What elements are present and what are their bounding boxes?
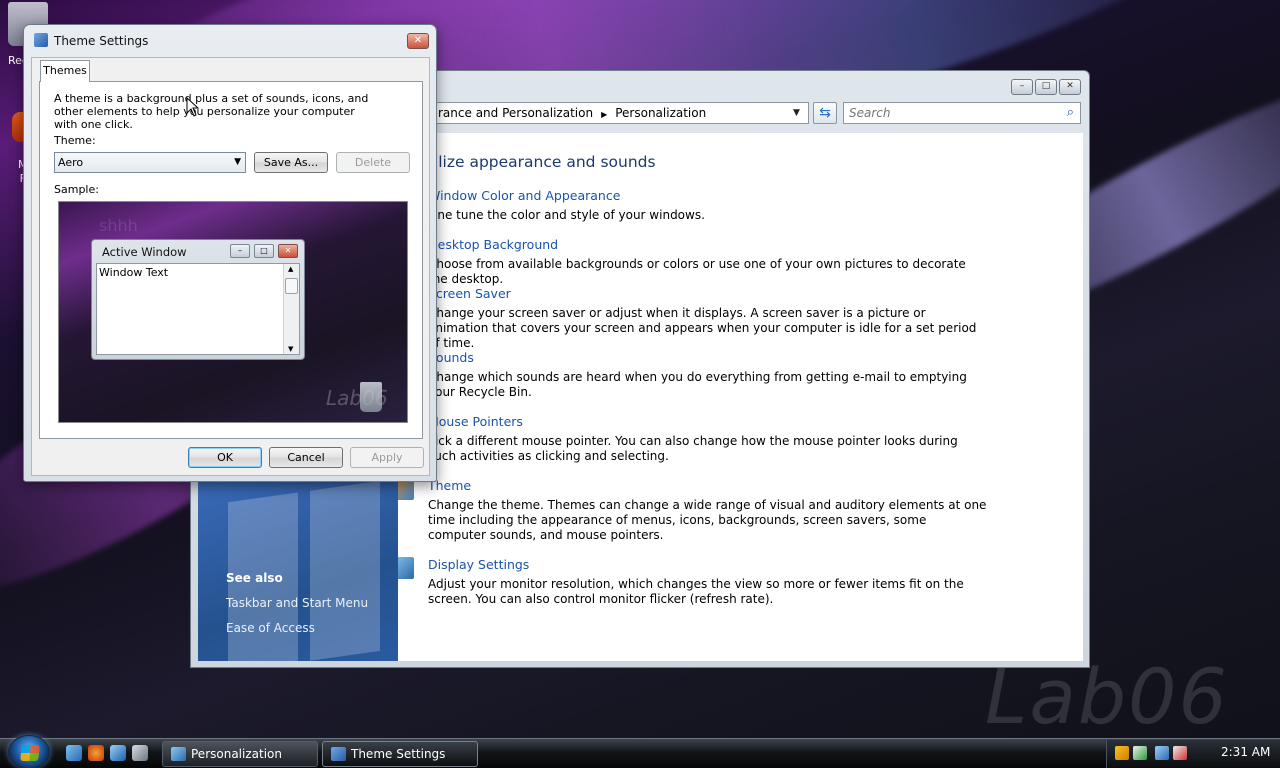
breadcrumb-personalization[interactable]: Personalization	[615, 106, 706, 120]
save-as-button[interactable]: Save As...	[254, 152, 328, 173]
mouse-pointers-link[interactable]: Mouse Pointers	[428, 414, 523, 429]
screen-saver-link[interactable]: Screen Saver	[428, 286, 511, 301]
scroll-down-icon: ▼	[288, 345, 294, 353]
breadcrumb-appearance[interactable]: rance and Personalization	[438, 106, 593, 120]
sample-minimize-icon: –	[230, 244, 250, 258]
address-bar[interactable]: rance and Personalization ▶ Personalizatio…	[391, 102, 809, 124]
windows-logo-icon	[20, 745, 40, 761]
task-description: Change which sounds are heard when you d…	[428, 370, 967, 399]
security-shield-icon[interactable]	[1115, 746, 1129, 760]
taskbar-theme-settings-button[interactable]: Theme Settings	[322, 741, 478, 767]
task-description: Fine tune the color and style of your wi…	[428, 208, 705, 222]
theme-settings-icon	[34, 33, 48, 47]
sample-window-title: Active Window	[102, 245, 187, 259]
sample-close-icon: ✕	[278, 244, 298, 258]
refresh-button[interactable]: ⇆	[813, 102, 837, 124]
search-box[interactable]: ⌕	[843, 102, 1081, 124]
dialog-close-button[interactable]: ✕	[407, 33, 429, 49]
display-settings-link[interactable]: Display Settings	[428, 557, 529, 572]
sample-recycle-bin-icon	[360, 382, 382, 412]
see-also-pane: See also Taskbar and Start Menu Ease of …	[198, 481, 398, 661]
window-controls: – □ ✕	[1011, 79, 1081, 95]
taskbar-start-menu-link[interactable]: Taskbar and Start Menu	[226, 596, 368, 610]
show-desktop-icon[interactable]	[66, 745, 82, 761]
window-color-link[interactable]: Window Color and Appearance	[428, 188, 620, 203]
maximize-button[interactable]: □	[1035, 79, 1057, 95]
switch-windows-icon[interactable]	[132, 745, 148, 761]
task-description: Adjust your monitor resolution, which ch…	[428, 577, 964, 606]
delete-button[interactable]: Delete	[336, 152, 410, 173]
theme-settings-dialog: Theme Settings ✕ Themes A theme is a bac…	[23, 24, 437, 482]
chevron-down-icon: ▼	[234, 157, 241, 167]
address-dropdown-icon[interactable]: ▼	[793, 108, 800, 118]
personalization-content: rsonalize appearance and sounds Window C…	[398, 133, 1083, 661]
ease-of-access-link[interactable]: Ease of Access	[226, 621, 315, 635]
system-tray: 2:31 AM	[1106, 740, 1280, 768]
start-button[interactable]	[8, 735, 50, 768]
sample-maximize-icon: □	[254, 244, 274, 258]
cancel-button[interactable]: Cancel	[269, 447, 343, 468]
theme-label: Theme:	[54, 134, 96, 147]
dialog-title: Theme Settings	[54, 34, 149, 48]
mouse-cursor-icon	[186, 97, 200, 117]
themes-tab-pane: A theme is a background plus a set of so…	[39, 81, 423, 439]
ok-button[interactable]: OK	[188, 447, 262, 468]
monitor-icon	[398, 557, 414, 579]
breadcrumb-chevron-icon[interactable]: ▶	[601, 110, 607, 119]
internet-explorer-icon[interactable]	[110, 745, 126, 761]
taskbar-personalization-button[interactable]: Personalization	[162, 741, 318, 767]
close-button[interactable]: ✕	[1059, 79, 1081, 95]
minimize-button[interactable]: –	[1011, 79, 1033, 95]
task-description: Choose from available backgrounds or col…	[428, 257, 966, 286]
dialog-body: Themes A theme is a background plus a se…	[31, 57, 430, 476]
theme-intro-text: A theme is a background plus a set of so…	[54, 92, 369, 131]
search-icon[interactable]: ⌕	[1067, 105, 1074, 120]
sample-active-window: Active Window – □ ✕ Window Text ▲ ▼	[91, 239, 305, 360]
sample-window-text: Window Text	[99, 266, 169, 279]
search-input[interactable]	[844, 103, 1054, 123]
apply-button[interactable]: Apply	[350, 447, 424, 468]
tab-themes[interactable]: Themes	[40, 60, 90, 82]
clock[interactable]: 2:31 AM	[1221, 745, 1270, 759]
desktop-background-link[interactable]: Desktop Background	[428, 237, 558, 252]
theme-select[interactable]: Aero ▼	[54, 152, 246, 173]
task-description: Change the theme. Themes can change a wi…	[428, 498, 987, 542]
refresh-icon: ⇆	[819, 105, 831, 121]
sample-background-text: shhh	[99, 216, 138, 235]
see-also-heading: See also	[226, 571, 283, 585]
scroll-up-icon: ▲	[288, 265, 294, 273]
sample-scrollbar: ▲ ▼	[283, 264, 299, 354]
windows-update-icon[interactable]	[1133, 746, 1147, 760]
theme-sample-preview: shhh Lab06 Active Window – □ ✕ Window Te…	[58, 201, 408, 423]
volume-muted-icon[interactable]	[1173, 746, 1187, 760]
theme-select-value: Aero	[58, 156, 84, 169]
taskbar-button-label: Personalization	[191, 747, 282, 761]
scroll-thumb	[285, 278, 298, 294]
firefox-quicklaunch-icon[interactable]	[88, 745, 104, 761]
network-icon[interactable]	[1155, 746, 1169, 760]
task-description: Pick a different mouse pointer. You can …	[428, 434, 958, 463]
task-description: Change your screen saver or adjust when …	[428, 306, 977, 350]
sample-label: Sample:	[54, 183, 99, 196]
sample-window-body: Window Text ▲ ▼	[96, 263, 300, 355]
personalization-icon	[171, 747, 186, 761]
taskbar-button-label: Theme Settings	[351, 747, 446, 761]
theme-settings-icon	[331, 747, 346, 761]
